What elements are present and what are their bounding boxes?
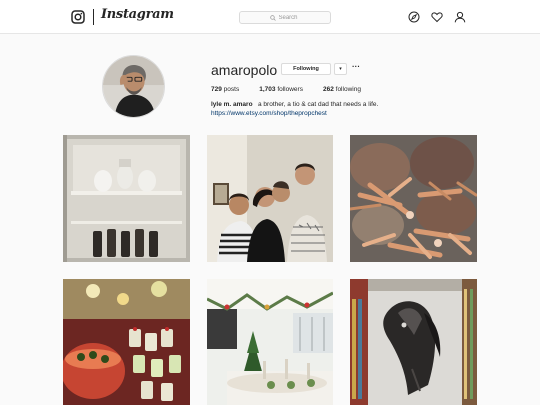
search-box[interactable] — [239, 11, 331, 24]
activity-heart-icon[interactable] — [431, 11, 443, 23]
following-count: 262 — [322, 86, 334, 93]
profile-stats: 729 posts 1,703 followers 262 following — [211, 86, 381, 93]
logo-divider — [93, 9, 94, 25]
post-thumbnail-refrigerator[interactable] — [63, 135, 190, 262]
search-icon — [269, 14, 276, 21]
more-options-button[interactable]: ··· — [350, 62, 362, 74]
post-thumbnail-crabs[interactable] — [350, 135, 477, 262]
post-thumbnail-group-selfie[interactable] — [207, 135, 333, 262]
instagram-wordmark[interactable]: Instagram — [101, 7, 174, 22]
suggestions-dropdown-button[interactable]: ▾ — [334, 63, 347, 75]
posts-label: posts — [223, 86, 240, 93]
profile-full-name: lyle m. amaro — [211, 101, 253, 108]
followers-label: followers — [277, 86, 303, 93]
profile-website-link[interactable]: https://www.etsy.com/shop/thepropchest — [211, 110, 327, 117]
following-stat[interactable]: 262 following — [323, 86, 361, 93]
profile-bio: a brother, a tio & cat dad that needs a … — [258, 101, 379, 108]
followers-count: 1,703 — [259, 86, 276, 93]
post-thumbnail-party-drinks[interactable] — [63, 279, 190, 405]
profile-username: amaropolo — [211, 62, 278, 78]
profile-person-icon[interactable] — [454, 11, 466, 23]
posts-count: 729 — [211, 86, 222, 93]
search-input[interactable] — [278, 14, 301, 21]
post-thumbnail-holiday-dinner[interactable] — [207, 279, 333, 405]
top-navigation-bar: Instagram — [0, 0, 540, 34]
following-label: following — [335, 86, 361, 93]
profile-avatar[interactable] — [102, 55, 165, 118]
followers-stat[interactable]: 1,703 followers — [259, 86, 303, 93]
explore-compass-icon[interactable] — [408, 11, 420, 23]
instagram-camera-icon[interactable] — [71, 10, 85, 24]
chevron-down-icon: ▾ — [339, 66, 342, 72]
posts-stat: 729 posts — [211, 86, 239, 93]
post-thumbnail-horse-drawing[interactable] — [350, 279, 477, 405]
following-button[interactable]: Following — [281, 63, 331, 75]
ellipsis-icon: ··· — [352, 62, 360, 71]
